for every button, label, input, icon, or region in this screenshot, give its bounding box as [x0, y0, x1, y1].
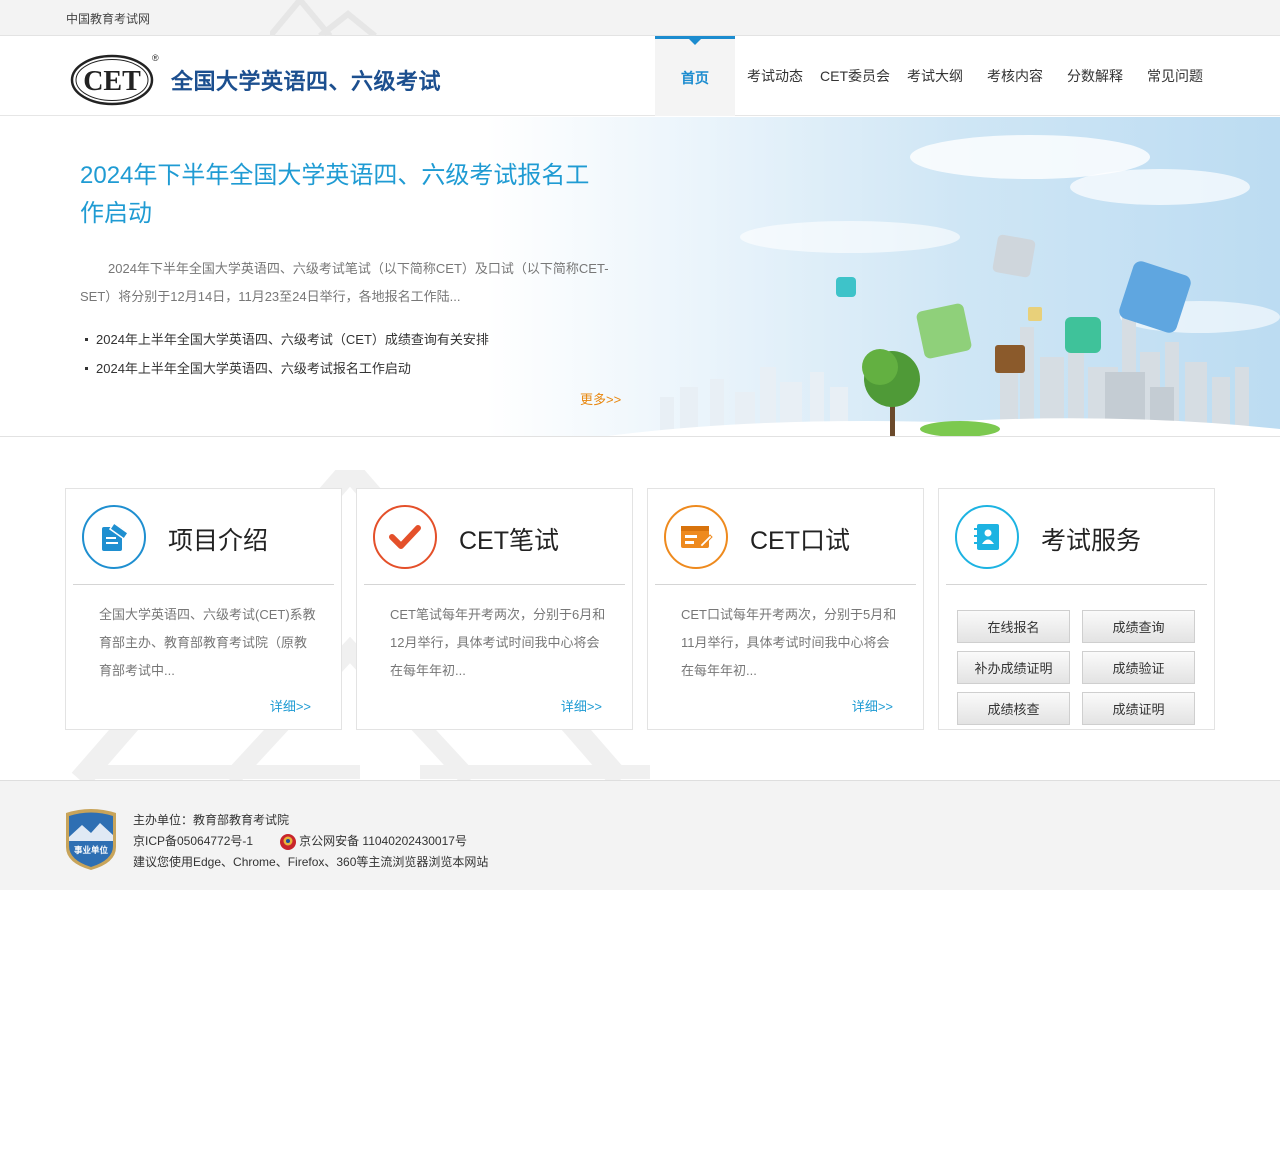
decorative-mountain-graphic	[270, 0, 377, 36]
hero-banner: 2024年下半年全国大学英语四、六级考试报名工作启动 2024年下半年全国大学英…	[0, 117, 1280, 437]
card-detail-link[interactable]: 详细>>	[852, 696, 893, 715]
card-divider	[364, 584, 625, 585]
online-registration-button[interactable]: 在线报名	[957, 610, 1070, 643]
card-text: 全国大学英语四、六级考试(CET)系教育部主办、教育部教育考试院（原教育部考试中…	[99, 607, 316, 678]
card-text: CET口试每年开考两次，分别于5月和11月举行，具体考试时间我中心将会在每年年初…	[681, 607, 897, 678]
window-edit-icon	[664, 505, 728, 569]
nav-item-content[interactable]: 考核内容	[975, 36, 1055, 116]
nav-item-syllabus[interactable]: 考试大纲	[895, 36, 975, 116]
card-text: CET笔试每年开考两次，分别于6月和12月举行，具体考试时间我中心将会在每年年初…	[390, 607, 606, 678]
more-news-link[interactable]: 更多>>	[580, 389, 621, 408]
news-item[interactable]: 2024年上半年全国大学英语四、六级考试（CET）成绩查询有关安排	[80, 325, 610, 354]
logo-text: CET	[83, 66, 141, 97]
score-query-button[interactable]: 成绩查询	[1082, 610, 1195, 643]
browser-tip: 建议您使用Edge、Chrome、Firefox、360等主流浏览器浏览本网站	[133, 855, 489, 869]
card-cet-oral: CET口试 CET口试每年开考两次，分别于5月和11月举行，具体考试时间我中心将…	[647, 488, 924, 730]
site-footer: 事业单位 主办单位：教育部教育考试院 京ICP备05064772号-1 京公网安…	[0, 780, 1280, 890]
banner-headline[interactable]: 2024年下半年全国大学英语四、六级考试报名工作启动	[80, 157, 610, 233]
card-title[interactable]: CET口试	[750, 521, 850, 557]
site-title: 全国大学英语四、六级考试	[171, 69, 442, 94]
card-title[interactable]: 考试服务	[1041, 521, 1141, 557]
police-emblem-icon	[280, 833, 297, 850]
news-item[interactable]: 2024年上半年全国大学英语四、六级考试报名工作启动	[80, 354, 610, 383]
nav-item-score[interactable]: 分数解释	[1055, 36, 1135, 116]
nav-item-news[interactable]: 考试动态	[735, 36, 815, 116]
site-name-link[interactable]: 中国教育考试网	[66, 10, 150, 27]
logo-registered-mark: ®	[152, 53, 159, 63]
score-certificate-button[interactable]: 成绩证明	[1082, 692, 1195, 725]
score-review-button[interactable]: 成绩核查	[957, 692, 1070, 725]
city-cubes-illustration	[607, 135, 1280, 436]
card-cet-written: CET笔试 CET笔试每年开考两次，分别于6月和12月举行，具体考试时间我中心将…	[356, 488, 633, 730]
footer-registration-line: 京ICP备05064772号-1 京公网安备 11040202430017号	[133, 831, 488, 852]
main-nav: 首页 考试动态 CET委员会 考试大纲 考核内容 分数解释 常见问题	[655, 36, 1215, 116]
reissue-certificate-button[interactable]: 补办成绩证明	[957, 651, 1070, 684]
nav-item-committee[interactable]: CET委员会	[815, 36, 895, 116]
score-verification-button[interactable]: 成绩验证	[1082, 651, 1195, 684]
card-divider	[946, 584, 1207, 585]
icp-link[interactable]: 京ICP备05064772号-1	[133, 831, 253, 852]
news-list: 2024年上半年全国大学英语四、六级考试（CET）成绩查询有关安排 2024年上…	[80, 325, 610, 383]
card-title[interactable]: CET笔试	[459, 521, 559, 557]
nav-item-faq[interactable]: 常见问题	[1135, 36, 1215, 116]
nav-item-home[interactable]: 首页	[655, 36, 735, 116]
card-divider	[73, 584, 334, 585]
document-edit-icon	[82, 505, 146, 569]
site-header: CET ® 全国大学英语四、六级考试 首页 考试动态 CET委员会 考试大纲 考…	[0, 36, 1280, 116]
card-title[interactable]: 项目介绍	[168, 521, 268, 557]
top-bar: 中国教育考试网	[0, 0, 1280, 36]
card-detail-link[interactable]: 详细>>	[270, 696, 311, 715]
banner-summary: 2024年下半年全国大学英语四、六级考试笔试（以下简称CET）及口试（以下简称C…	[80, 261, 609, 304]
public-institution-badge[interactable]: 事业单位	[64, 807, 118, 871]
card-project-intro: 项目介绍 全国大学英语四、六级考试(CET)系教育部主办、教育部教育考试院（原教…	[65, 488, 342, 730]
footer-sponsor: 主办单位：教育部教育考试院	[133, 813, 290, 827]
checkmark-icon	[373, 505, 437, 569]
footer-info: 主办单位：教育部教育考试院 京ICP备05064772号-1 京公网安备 110…	[133, 810, 488, 873]
contact-book-icon	[955, 505, 1019, 569]
badge-text: 事业单位	[74, 845, 109, 856]
card-detail-link[interactable]: 详细>>	[561, 696, 602, 715]
card-exam-services: 考试服务 在线报名 成绩查询 补办成绩证明 成绩验证 成绩核查 成绩证明	[938, 488, 1215, 730]
card-divider	[655, 584, 916, 585]
police-record-link[interactable]: 京公网安备 11040202430017号	[299, 831, 467, 852]
cet-logo[interactable]: CET ®	[70, 52, 160, 106]
